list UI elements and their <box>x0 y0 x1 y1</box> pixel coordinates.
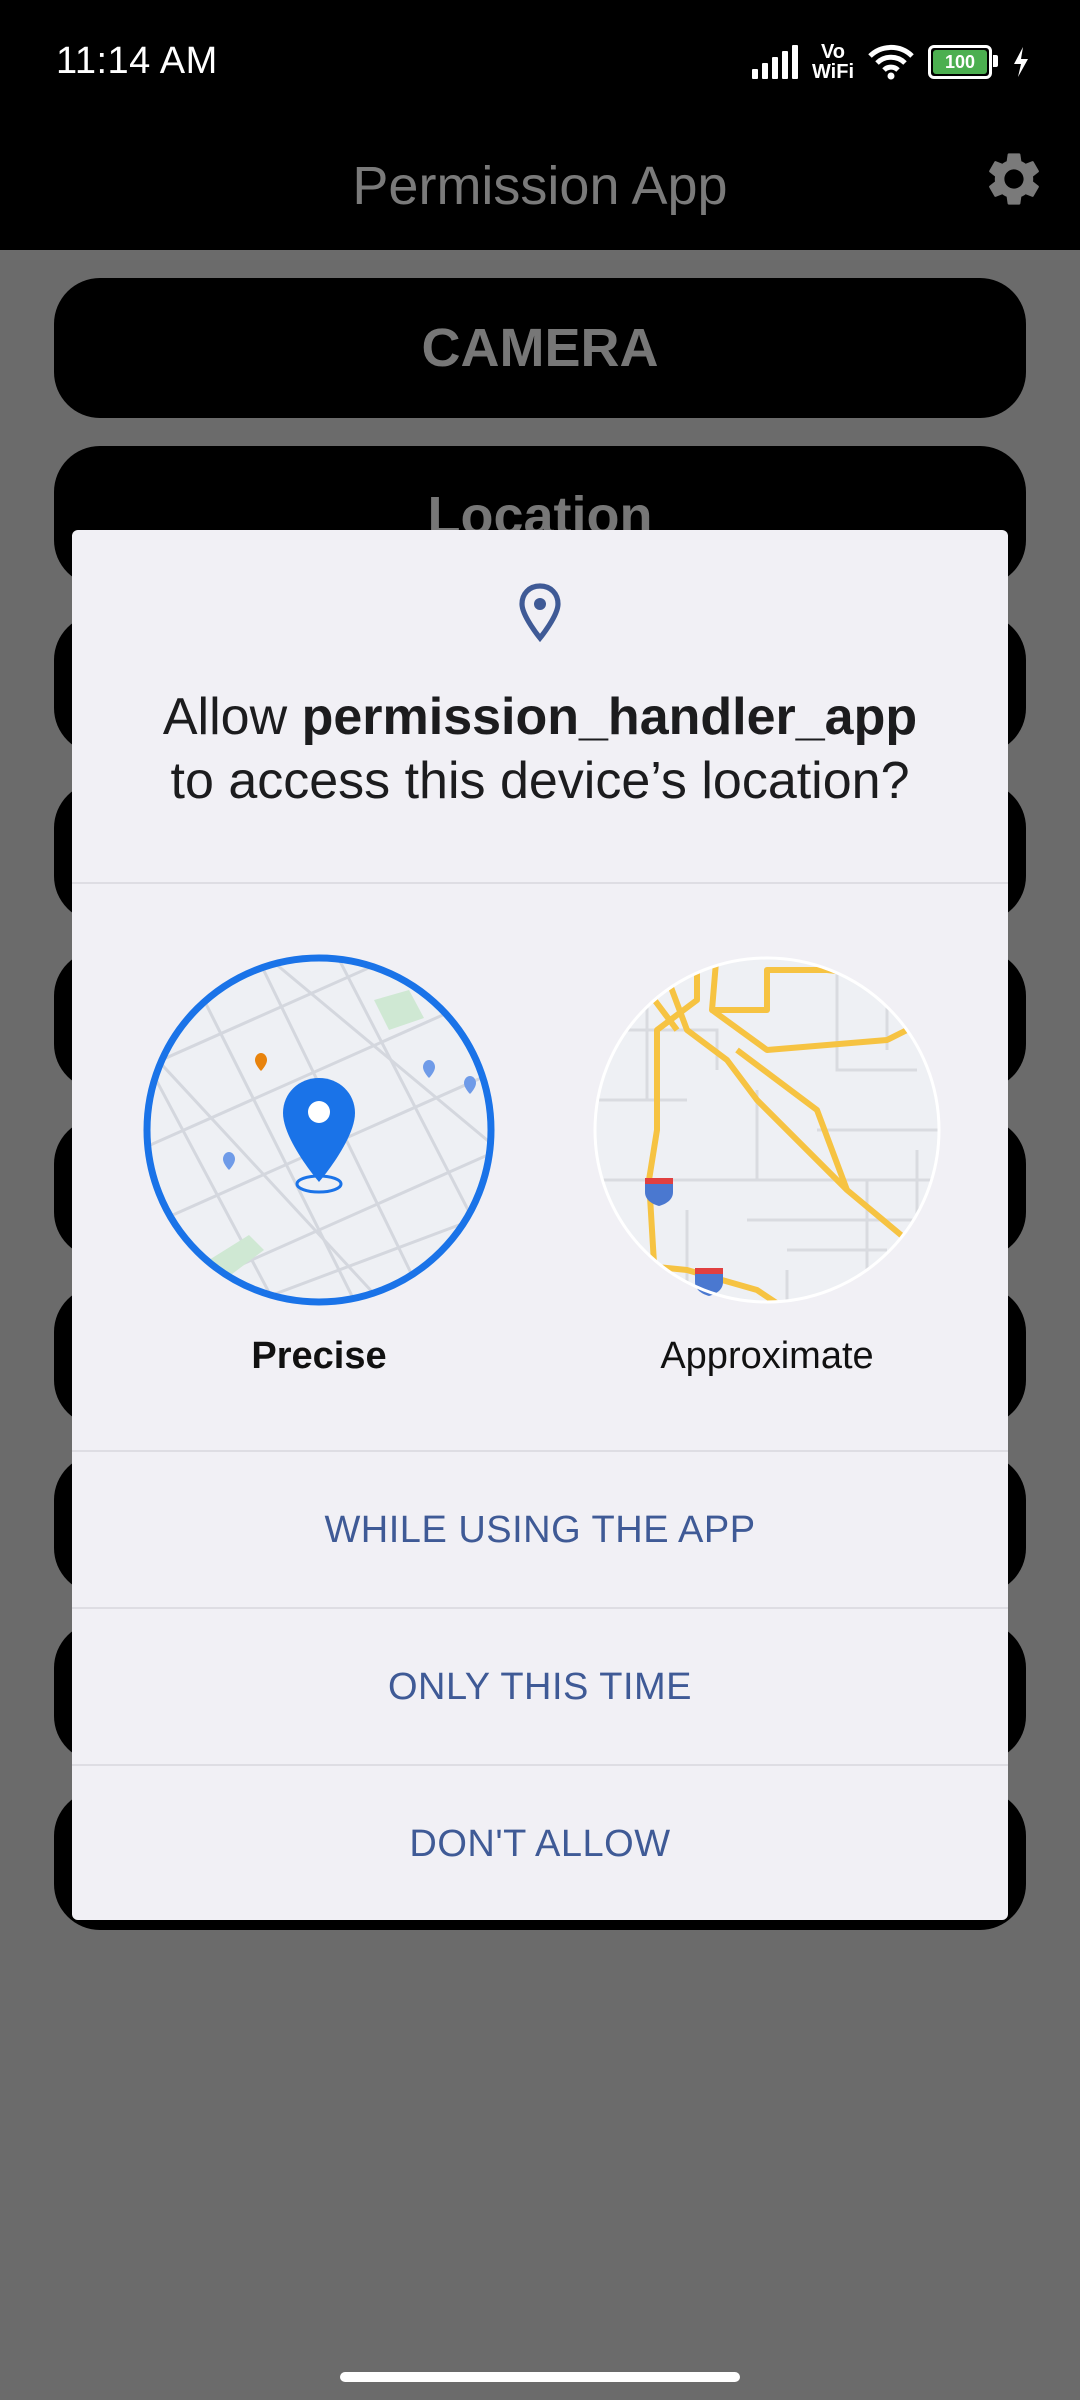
location-permission-dialog: Allow permission_handler_app to access t… <box>72 530 1008 1920</box>
signal-icon <box>751 45 798 79</box>
app-bar: Permission App <box>0 125 1080 250</box>
charging-bolt-icon <box>1014 47 1028 77</box>
precise-map-icon <box>143 954 495 1306</box>
dialog-title-suffix: to access this device’s location? <box>170 752 910 810</box>
camera-button[interactable]: CAMERA <box>54 278 1026 418</box>
while-using-app-button[interactable]: WHILE USING THE APP <box>72 1452 1008 1608</box>
location-pin-icon <box>519 583 561 643</box>
only-this-time-button[interactable]: ONLY THIS TIME <box>72 1609 1008 1765</box>
approximate-map-icon <box>593 956 941 1304</box>
gear-icon[interactable] <box>982 147 1046 211</box>
approximate-label: Approximate <box>660 1335 874 1377</box>
status-bar: 11:14 AM Vo WiFi 100 <box>0 0 1080 125</box>
battery-level: 100 <box>944 51 976 72</box>
vowifi-icon: Vo WiFi <box>812 42 854 82</box>
page-title: Permission App <box>352 156 728 216</box>
dont-allow-button[interactable]: DON'T ALLOW <box>72 1766 1008 1922</box>
home-indicator[interactable] <box>340 2372 740 2382</box>
status-icons: Vo WiFi 100 <box>751 42 1030 82</box>
divider <box>72 882 1008 884</box>
vowifi-bottom-label: WiFi <box>811 61 854 83</box>
dialog-title-prefix: Allow <box>162 688 302 746</box>
approximate-location-option[interactable] <box>587 950 947 1310</box>
precise-label: Precise <box>251 1335 387 1377</box>
precise-location-option[interactable] <box>139 950 499 1310</box>
dialog-app-name: permission_handler_app <box>301 688 918 746</box>
status-time: 11:14 AM <box>56 40 218 82</box>
vowifi-top-label: Vo <box>820 41 846 63</box>
dialog-title: Allow permission_handler_app to access t… <box>102 685 978 813</box>
battery-icon: 100 <box>928 45 998 79</box>
wifi-icon <box>868 44 914 80</box>
